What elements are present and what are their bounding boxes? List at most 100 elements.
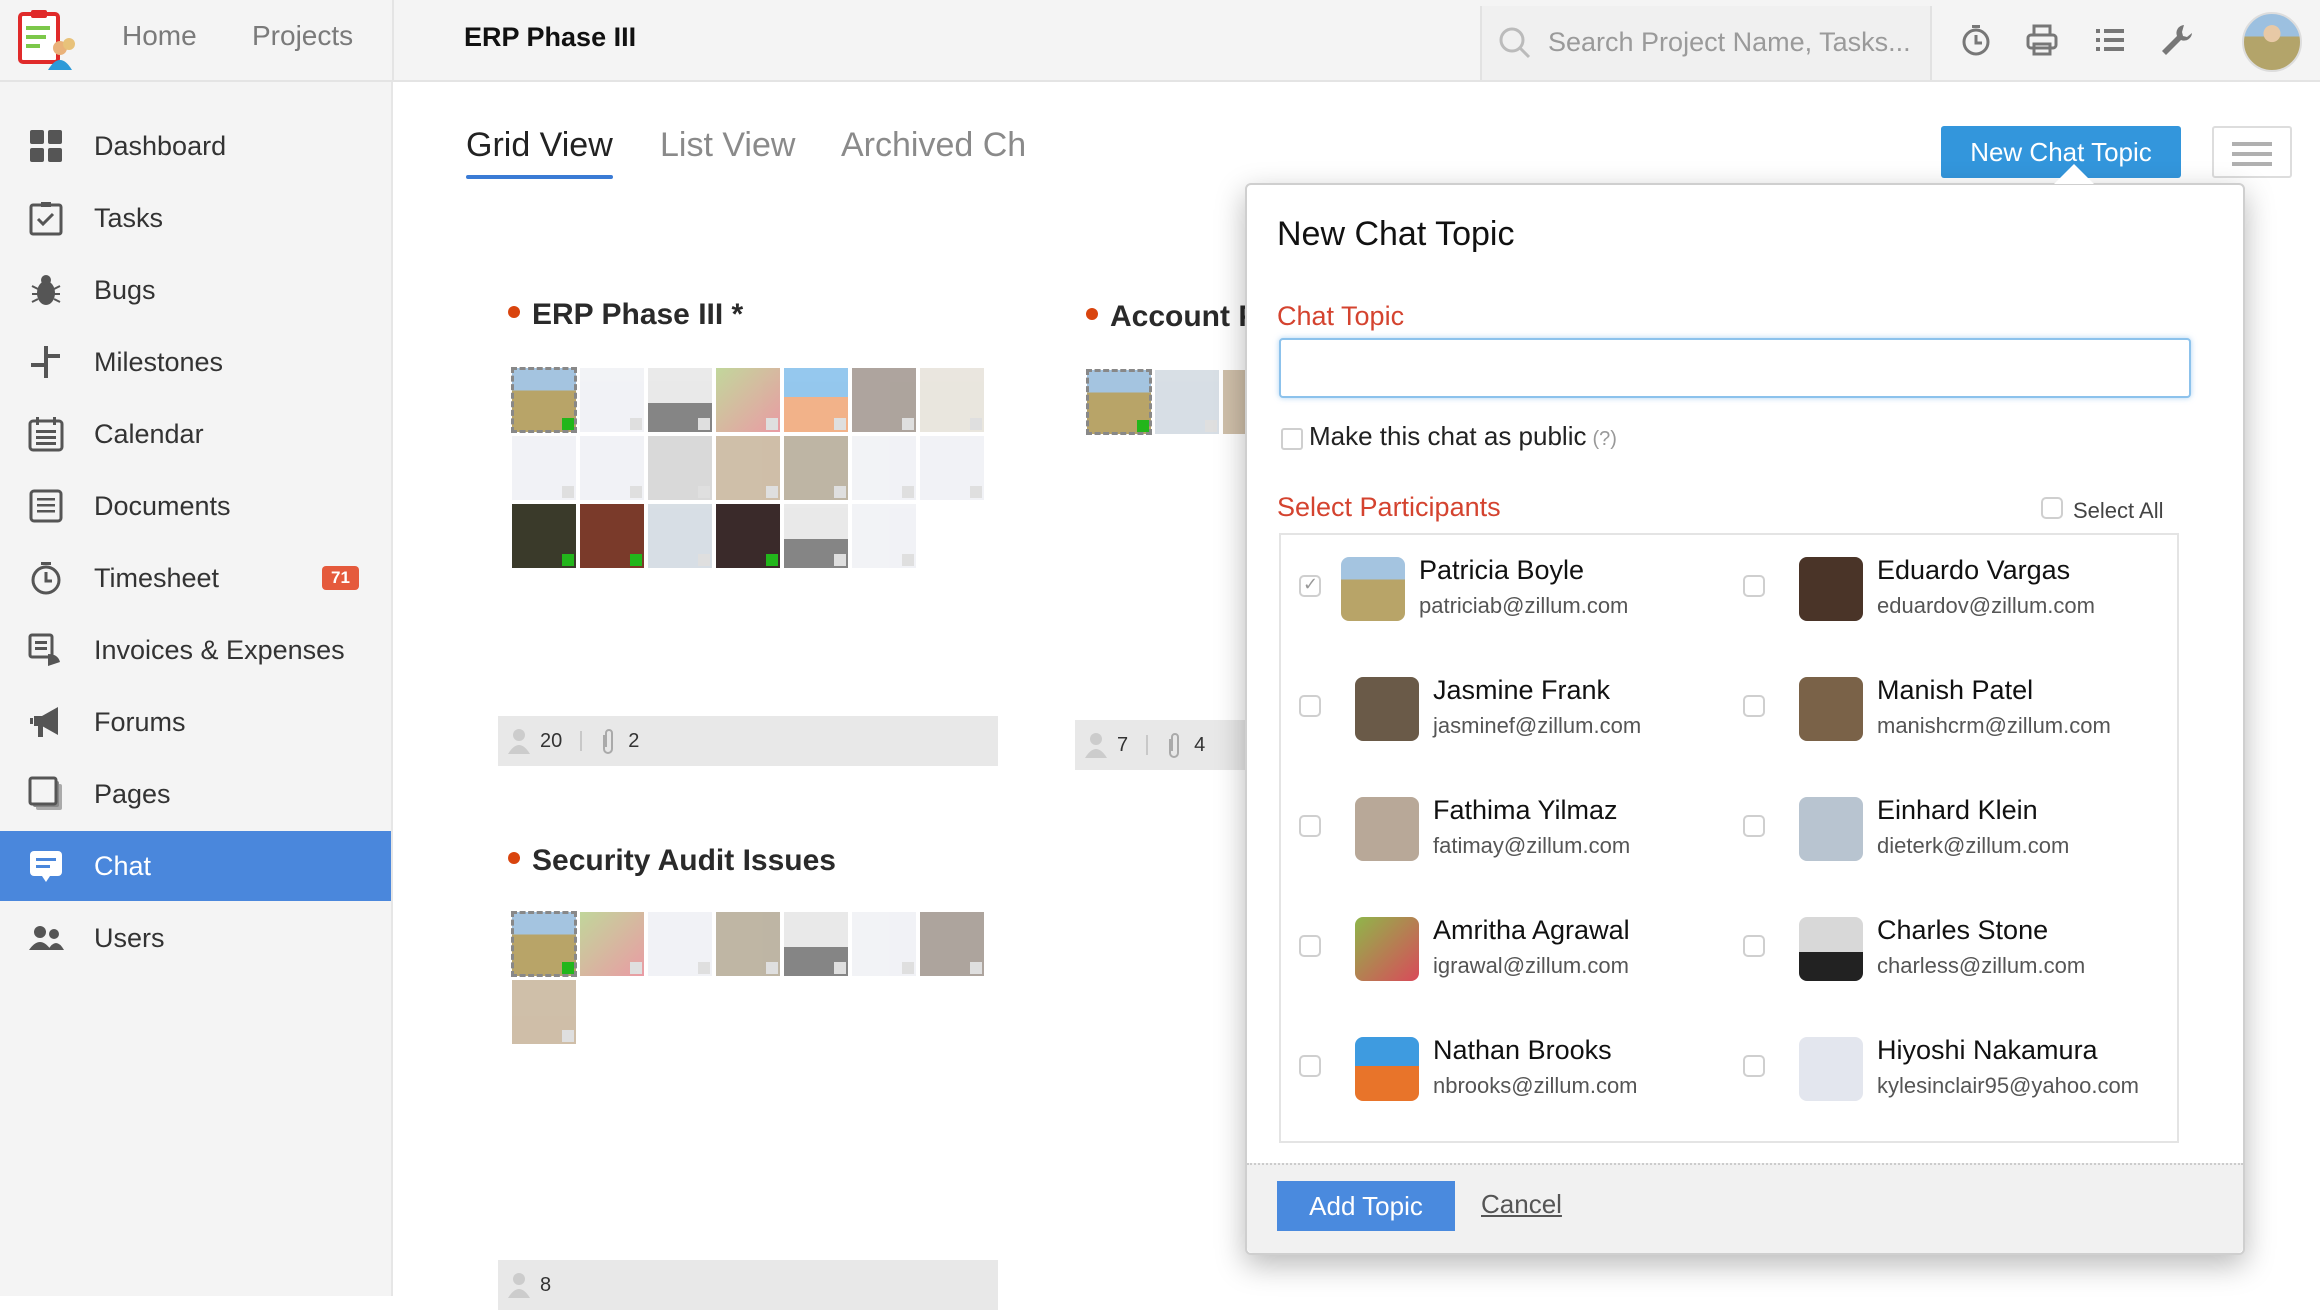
card-title[interactable]: Security Audit Issues bbox=[508, 844, 836, 878]
member-avatar[interactable] bbox=[648, 368, 712, 432]
member-avatar[interactable] bbox=[852, 436, 916, 500]
member-avatar[interactable] bbox=[512, 980, 576, 1044]
member-avatar[interactable] bbox=[580, 912, 644, 976]
participant-item[interactable]: Eduardo Vargas eduardov@zillum.com bbox=[1725, 545, 2165, 625]
sidebar-item-label: Dashboard bbox=[94, 130, 227, 161]
status-dot bbox=[1086, 308, 1098, 321]
participant-checkbox[interactable] bbox=[1299, 815, 1321, 837]
help-icon[interactable]: (?) bbox=[1592, 428, 1616, 450]
member-avatar[interactable] bbox=[716, 436, 780, 500]
members-icon bbox=[508, 729, 530, 754]
card-title[interactable]: ERP Phase III * bbox=[508, 298, 743, 332]
select-all-label[interactable]: Select All bbox=[2073, 498, 2164, 524]
member-avatar[interactable] bbox=[648, 912, 712, 976]
sidebar-item-milestones[interactable]: Milestones bbox=[0, 327, 391, 397]
member-avatar[interactable] bbox=[920, 368, 984, 432]
select-all-checkbox[interactable] bbox=[2041, 497, 2063, 519]
participant-item[interactable]: Manish Patel manishcrm@zillum.com bbox=[1725, 665, 2165, 745]
member-avatar[interactable] bbox=[580, 504, 644, 568]
member-avatar[interactable] bbox=[852, 368, 916, 432]
participant-avatar bbox=[1799, 677, 1863, 741]
member-avatar[interactable] bbox=[511, 367, 577, 433]
participant-checkbox[interactable] bbox=[1743, 1055, 1765, 1077]
user-avatar[interactable] bbox=[2242, 12, 2302, 72]
participant-checkbox[interactable] bbox=[1299, 935, 1321, 957]
participant-checkbox[interactable] bbox=[1299, 695, 1321, 717]
popover-arrow bbox=[2054, 164, 2094, 184]
sidebar-item-dashboard[interactable]: Dashboard bbox=[0, 111, 391, 181]
participant-checkbox[interactable] bbox=[1743, 575, 1765, 597]
sidebar-item-timesheet[interactable]: Timesheet 71 bbox=[0, 543, 391, 613]
tab-grid-view[interactable]: Grid View bbox=[466, 126, 613, 179]
search-box[interactable] bbox=[1480, 6, 1932, 80]
sidebar-item-calendar[interactable]: Calendar bbox=[0, 399, 391, 469]
wrench-icon[interactable] bbox=[2158, 22, 2194, 58]
nav-projects[interactable]: Projects bbox=[252, 20, 353, 52]
participant-email: patriciab@zillum.com bbox=[1419, 593, 1629, 618]
sidebar-item-invoices[interactable]: Invoices & Expenses bbox=[0, 615, 391, 685]
cancel-link[interactable]: Cancel bbox=[1481, 1189, 1562, 1220]
sidebar-item-label: Tasks bbox=[94, 202, 164, 233]
member-avatar[interactable] bbox=[920, 436, 984, 500]
member-avatar[interactable] bbox=[511, 911, 577, 977]
member-avatar[interactable] bbox=[512, 504, 576, 568]
member-avatar[interactable] bbox=[648, 436, 712, 500]
sidebar-item-pages[interactable]: Pages bbox=[0, 759, 391, 829]
member-avatar[interactable] bbox=[784, 436, 848, 500]
member-count: 7 bbox=[1117, 733, 1129, 756]
list-icon[interactable] bbox=[2092, 22, 2128, 58]
participant-item[interactable]: Einhard Klein dieterk@zillum.com bbox=[1725, 785, 2165, 865]
participant-email: charless@zillum.com bbox=[1877, 953, 2086, 978]
member-avatar[interactable] bbox=[580, 436, 644, 500]
member-avatar[interactable] bbox=[648, 504, 712, 568]
sidebar-item-chat[interactable]: Chat bbox=[0, 831, 391, 901]
timer-icon[interactable] bbox=[1958, 22, 1994, 58]
member-avatar[interactable] bbox=[784, 504, 848, 568]
member-avatar[interactable] bbox=[920, 912, 984, 976]
app-logo-icon[interactable] bbox=[14, 8, 78, 72]
member-avatar[interactable] bbox=[716, 368, 780, 432]
participant-item[interactable]: Nathan Brooks nbrooks@zillum.com bbox=[1281, 1025, 1721, 1105]
menu-button[interactable] bbox=[2212, 126, 2292, 178]
participant-item[interactable]: Hiyoshi Nakamura kylesinclair95@yahoo.co… bbox=[1725, 1025, 2165, 1105]
participant-item[interactable]: Amritha Agrawal igrawal@zillum.com bbox=[1281, 905, 1721, 985]
card-title[interactable]: Account P bbox=[1086, 300, 1258, 334]
sidebar-item-documents[interactable]: Documents bbox=[0, 471, 391, 541]
member-avatar[interactable] bbox=[1155, 370, 1219, 434]
attachment-count: 4 bbox=[1194, 733, 1206, 756]
pages-icon bbox=[28, 776, 62, 810]
member-avatar[interactable] bbox=[716, 504, 780, 568]
tab-archived-chats[interactable]: Archived Ch bbox=[841, 126, 1026, 165]
participant-checkbox[interactable] bbox=[1743, 935, 1765, 957]
member-avatar[interactable] bbox=[784, 912, 848, 976]
participant-checkbox[interactable] bbox=[1743, 815, 1765, 837]
sidebar-item-bugs[interactable]: Bugs bbox=[0, 255, 391, 325]
search-input[interactable] bbox=[1548, 22, 1918, 62]
print-icon[interactable] bbox=[2024, 22, 2060, 58]
sidebar-item-users[interactable]: Users bbox=[0, 903, 391, 973]
card-avatars bbox=[511, 367, 984, 568]
chat-topic-input[interactable] bbox=[1279, 338, 2191, 398]
add-topic-button[interactable]: Add Topic bbox=[1277, 1181, 1455, 1231]
member-avatar[interactable] bbox=[852, 504, 916, 568]
member-avatar[interactable] bbox=[784, 368, 848, 432]
member-avatar[interactable] bbox=[852, 912, 916, 976]
nav-home[interactable]: Home bbox=[122, 20, 197, 52]
member-avatar[interactable] bbox=[512, 436, 576, 500]
member-avatar[interactable] bbox=[1086, 369, 1152, 435]
sidebar-item-forums[interactable]: Forums bbox=[0, 687, 391, 757]
participant-checkbox[interactable] bbox=[1299, 1055, 1321, 1077]
participant-item[interactable]: Patricia Boyle patriciab@zillum.com bbox=[1281, 545, 1721, 625]
participant-item[interactable]: Jasmine Frank jasminef@zillum.com bbox=[1281, 665, 1721, 745]
participant-email: eduardov@zillum.com bbox=[1877, 593, 2095, 618]
participant-item[interactable]: Fathima Yilmaz fatimay@zillum.com bbox=[1281, 785, 1721, 865]
member-avatar[interactable] bbox=[716, 912, 780, 976]
participant-checkbox[interactable] bbox=[1743, 695, 1765, 717]
public-checkbox[interactable] bbox=[1281, 428, 1303, 450]
sidebar-item-tasks[interactable]: Tasks bbox=[0, 183, 391, 253]
member-avatar[interactable] bbox=[580, 368, 644, 432]
participant-checkbox[interactable] bbox=[1299, 574, 1321, 597]
participant-item[interactable]: Charles Stone charless@zillum.com bbox=[1725, 905, 2165, 985]
search-icon bbox=[1499, 27, 1531, 59]
tab-list-view[interactable]: List View bbox=[660, 126, 795, 165]
